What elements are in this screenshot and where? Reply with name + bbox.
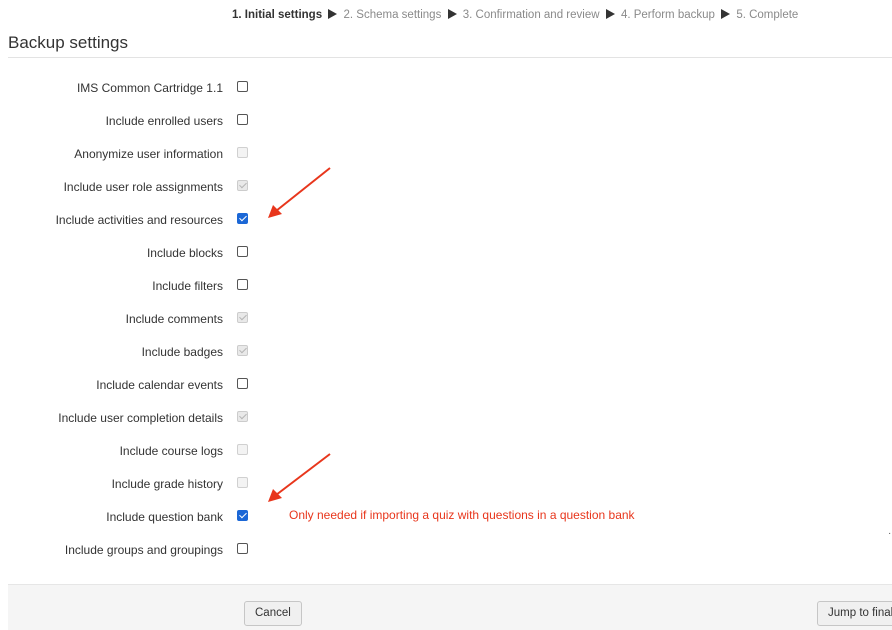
setting-row-question-bank: Include question bank Only needed if imp… — [0, 507, 892, 527]
setting-row-comments: Include comments — [0, 309, 892, 329]
title-divider — [8, 57, 892, 58]
setting-label: Include user role assignments — [63, 180, 223, 194]
setting-row-groups: Include groups and groupings — [0, 540, 892, 560]
setting-checkbox-filters[interactable] — [237, 279, 248, 290]
backup-progress-bar: 1. Initial settings 2. Schema settings 3… — [232, 9, 798, 21]
setting-row-ims-cc: IMS Common Cartridge 1.1 — [0, 78, 892, 98]
annotation-note: Only needed if importing a quiz with que… — [289, 508, 635, 522]
form-footer: Cancel Jump to final step — [8, 584, 892, 630]
setting-row-calendar-events: Include calendar events — [0, 375, 892, 395]
triangle-right-icon — [447, 9, 457, 19]
step-complete: 5. Complete — [736, 9, 799, 21]
setting-row-anonymize: Anonymize user information — [0, 144, 892, 164]
cancel-button[interactable]: Cancel — [244, 601, 302, 626]
setting-checkbox-groups[interactable] — [237, 543, 248, 554]
setting-label: Include grade history — [111, 477, 223, 491]
setting-row-grade-history: Include grade history — [0, 474, 892, 494]
step-schema-settings: 2. Schema settings — [343, 9, 442, 21]
setting-label: Include blocks — [146, 246, 223, 260]
setting-checkbox-blocks[interactable] — [237, 246, 248, 257]
setting-row-blocks: Include blocks — [0, 243, 892, 263]
setting-row-course-logs: Include course logs — [0, 441, 892, 461]
setting-row-completion-details: Include user completion details — [0, 408, 892, 428]
setting-label: Include user completion details — [58, 411, 223, 425]
triangle-right-icon — [605, 9, 615, 19]
setting-label: Include enrolled users — [105, 114, 223, 128]
setting-checkbox-comments — [237, 312, 248, 323]
setting-row-role-assignments: Include user role assignments — [0, 177, 892, 197]
setting-checkbox-anonymize — [237, 147, 248, 158]
edge-tick-mark: · — [888, 528, 892, 539]
setting-row-activities: Include activities and resources — [0, 210, 892, 230]
setting-label: Include question bank — [106, 510, 223, 524]
setting-checkbox-grade-history — [237, 477, 248, 488]
step-perform-backup: 4. Perform backup — [620, 9, 715, 21]
setting-label: Include comments — [125, 312, 223, 326]
backup-settings-page: 1. Initial settings 2. Schema settings 3… — [0, 0, 892, 630]
setting-checkbox-activities[interactable] — [237, 213, 248, 224]
setting-checkbox-question-bank[interactable] — [237, 510, 248, 521]
setting-checkbox-role-assignments — [237, 180, 248, 191]
setting-label: Include course logs — [119, 444, 223, 458]
setting-checkbox-course-logs — [237, 444, 248, 455]
setting-checkbox-enrolled-users[interactable] — [237, 114, 248, 125]
triangle-right-icon — [721, 9, 731, 19]
setting-row-enrolled-users: Include enrolled users — [0, 111, 892, 131]
setting-row-badges: Include badges — [0, 342, 892, 362]
setting-checkbox-badges — [237, 345, 248, 356]
setting-label: Include badges — [141, 345, 223, 359]
step-confirmation-review: 3. Confirmation and review — [462, 9, 600, 21]
jump-to-final-step-button[interactable]: Jump to final step — [817, 601, 892, 626]
step-initial-settings: 1. Initial settings — [232, 9, 323, 21]
page-title: Backup settings — [8, 33, 129, 52]
setting-label: IMS Common Cartridge 1.1 — [76, 81, 223, 95]
triangle-right-icon — [328, 9, 338, 19]
setting-label: Include activities and resources — [55, 213, 223, 227]
setting-row-filters: Include filters — [0, 276, 892, 296]
setting-label: Anonymize user information — [74, 147, 223, 161]
setting-label: Include groups and groupings — [64, 543, 223, 557]
setting-checkbox-completion-details — [237, 411, 248, 422]
setting-checkbox-calendar-events[interactable] — [237, 378, 248, 389]
setting-label: Include filters — [152, 279, 223, 293]
setting-label: Include calendar events — [96, 378, 223, 392]
setting-checkbox-ims-cc[interactable] — [237, 81, 248, 92]
